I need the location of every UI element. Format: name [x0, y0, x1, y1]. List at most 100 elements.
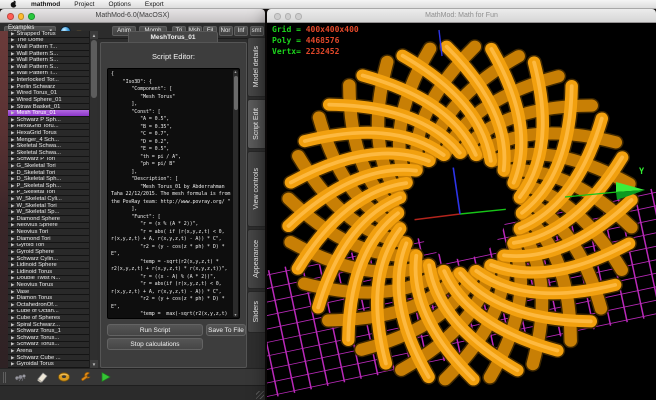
expand-arrow-icon[interactable]: ▶ — [11, 348, 14, 354]
scrollbar-thumb[interactable] — [234, 76, 238, 110]
list-item[interactable]: ▶Wall Pattern T... — [8, 44, 89, 51]
list-item[interactable]: ▶G_Skeletal Tori — [8, 163, 89, 170]
list-item[interactable]: ▶Menger_4 Sch... — [8, 137, 89, 144]
zoom-button[interactable] — [28, 13, 35, 20]
expand-arrow-icon[interactable]: ▶ — [11, 361, 14, 367]
side-tab-script-edit[interactable]: Script Edit — [247, 99, 265, 149]
list-item[interactable]: ▶Schwarz Cube ... — [8, 355, 89, 362]
stop-calculations-button[interactable]: Stop calculations — [107, 338, 203, 350]
ant-tool-icon[interactable] — [14, 371, 27, 383]
list-item[interactable]: ▶Wall Pattern S... — [8, 51, 89, 58]
list-item[interactable]: ▶Straw Basket_01 — [8, 104, 89, 111]
expand-arrow-icon[interactable]: ▶ — [11, 124, 14, 130]
list-item[interactable]: ▶D_Skeletal Sph... — [8, 176, 89, 183]
code-editor[interactable]: { "Iso3D": { "Component": [ "Mesh Torus"… — [107, 68, 240, 319]
apple-menu-icon[interactable] — [10, 0, 17, 8]
list-item[interactable]: ▶Lidinoid Torus — [8, 269, 89, 276]
expand-arrow-icon[interactable]: ▶ — [11, 223, 14, 229]
expand-arrow-icon[interactable]: ▶ — [11, 302, 14, 308]
expand-arrow-icon[interactable]: ▶ — [11, 110, 14, 116]
list-item[interactable]: ▶Mesh Torus_01 — [8, 110, 89, 117]
expand-arrow-icon[interactable]: ▶ — [11, 84, 14, 90]
expand-arrow-icon[interactable]: ▶ — [11, 276, 14, 282]
close-button[interactable] — [274, 13, 281, 20]
expand-arrow-icon[interactable]: ▶ — [11, 183, 14, 189]
code-scrollbar[interactable]: ▲ ▼ — [233, 70, 238, 317]
expand-arrow-icon[interactable]: ▶ — [11, 130, 14, 136]
scroll-up-icon[interactable]: ▲ — [90, 31, 98, 39]
examples-scrollbar[interactable]: ▲ ▼ — [89, 31, 97, 368]
scrollbar-thumb[interactable] — [91, 40, 97, 98]
toolbar-grip[interactable] — [3, 372, 6, 383]
expand-arrow-icon[interactable]: ▶ — [11, 150, 14, 156]
menu-item-export[interactable]: Export — [138, 0, 171, 9]
expand-arrow-icon[interactable]: ▶ — [11, 315, 14, 321]
expand-arrow-icon[interactable]: ▶ — [11, 342, 14, 348]
expand-arrow-icon[interactable]: ▶ — [11, 328, 14, 334]
list-item[interactable]: ▶Gyroid Tori — [8, 243, 89, 250]
list-item[interactable]: ▶Spiral Schwarz... — [8, 322, 89, 329]
menu-item-options[interactable]: Options — [101, 0, 137, 9]
list-item[interactable]: ▶Schwarz P Sph... — [8, 117, 89, 124]
list-item[interactable]: ▶Arena — [8, 348, 89, 355]
list-item[interactable]: ▶D_Skeletal Tori — [8, 170, 89, 177]
expand-arrow-icon[interactable]: ▶ — [11, 190, 14, 196]
expand-arrow-icon[interactable]: ▶ — [11, 269, 14, 275]
expand-arrow-icon[interactable]: ▶ — [11, 104, 14, 110]
expand-arrow-icon[interactable]: ▶ — [11, 262, 14, 268]
list-item[interactable]: ▶P_Skeletal Tori — [8, 190, 89, 197]
list-item[interactable]: ▶HexaGrid Toru... — [8, 124, 89, 131]
left-window-titlebar[interactable]: MathMod-6.0(MacOSX) — [0, 9, 265, 23]
expand-arrow-icon[interactable]: ▶ — [11, 176, 14, 182]
side-tab-model-details[interactable]: Model details — [247, 37, 265, 97]
expand-arrow-icon[interactable]: ▶ — [11, 295, 14, 301]
list-item[interactable]: ▶Schwarz Torus_1 — [8, 328, 89, 335]
list-item[interactable]: ▶Cube of Spheres — [8, 315, 89, 322]
list-item[interactable]: ▶Interlocked Tor... — [8, 77, 89, 84]
list-item[interactable]: ▶Diamond Sphere — [8, 216, 89, 223]
list-item[interactable]: ▶Wall Pattern S... — [8, 64, 89, 71]
list-item[interactable]: ▶P_Skeletal Sph... — [8, 183, 89, 190]
list-item[interactable]: ▶Schwarz Torus... — [8, 342, 89, 349]
expand-arrow-icon[interactable]: ▶ — [11, 209, 14, 215]
list-item[interactable]: ▶Perlin Schwarz — [8, 84, 89, 91]
scroll-down-icon[interactable]: ▼ — [90, 360, 98, 368]
list-item[interactable]: ▶Strapped Torus — [8, 31, 89, 38]
expand-arrow-icon[interactable]: ▶ — [11, 117, 14, 123]
scroll-up-icon[interactable]: ▲ — [233, 70, 238, 74]
list-item[interactable]: ▶W_Skeletal Sp... — [8, 209, 89, 216]
expand-arrow-icon[interactable]: ▶ — [11, 249, 14, 255]
expand-arrow-icon[interactable]: ▶ — [11, 44, 14, 50]
minimize-button[interactable] — [18, 13, 25, 20]
expand-arrow-icon[interactable]: ▶ — [11, 137, 14, 143]
list-item[interactable]: ▶Vase — [8, 289, 89, 296]
list-item[interactable]: ▶Wired Sphere_01 — [8, 97, 89, 104]
code-text[interactable]: { "Iso3D": { "Component": [ "Mesh Torus"… — [111, 71, 232, 316]
expand-arrow-icon[interactable]: ▶ — [11, 355, 14, 361]
list-item[interactable]: ▶Diamon Torus — [8, 295, 89, 302]
list-item[interactable]: ▶Wired Torus_01 — [8, 90, 89, 97]
scroll-down-icon[interactable]: ▼ — [233, 313, 238, 317]
right-window-titlebar[interactable]: MathMod: Math for Fun — [267, 9, 656, 23]
expand-arrow-icon[interactable]: ▶ — [11, 57, 14, 63]
expand-arrow-icon[interactable]: ▶ — [11, 31, 14, 37]
list-item[interactable]: ▶Neovius Sphere — [8, 223, 89, 230]
list-item[interactable]: ▶Wall Pattern S... — [8, 57, 89, 64]
list-item[interactable]: ▶Schwarz P Tori — [8, 157, 89, 164]
side-tab-sliders[interactable]: Sliders — [247, 291, 265, 333]
expand-arrow-icon[interactable]: ▶ — [11, 309, 14, 315]
list-item[interactable]: ▶Schwarz Cylin... — [8, 256, 89, 263]
expand-arrow-icon[interactable]: ▶ — [11, 90, 14, 96]
render-viewport[interactable]: Grid = 400x400x400Poly = 4468576Vertx= 2… — [267, 23, 656, 400]
list-item[interactable]: ▶Diamond Tori — [8, 236, 89, 243]
resize-grip[interactable] — [256, 391, 264, 399]
list-item[interactable]: ▶Skeletal Schwa... — [8, 143, 89, 150]
list-item[interactable]: ▶Lidinoid Sphere — [8, 262, 89, 269]
list-item[interactable]: ▶Skeletal Schwa... — [8, 150, 89, 157]
run-script-button[interactable]: Run Script — [107, 324, 203, 336]
list-item[interactable]: ▶Cube of Octah... — [8, 309, 89, 316]
expand-arrow-icon[interactable]: ▶ — [11, 157, 14, 163]
list-item[interactable]: ▶OctahedronOf... — [8, 302, 89, 309]
minimize-button[interactable] — [285, 13, 292, 20]
expand-arrow-icon[interactable]: ▶ — [11, 203, 14, 209]
